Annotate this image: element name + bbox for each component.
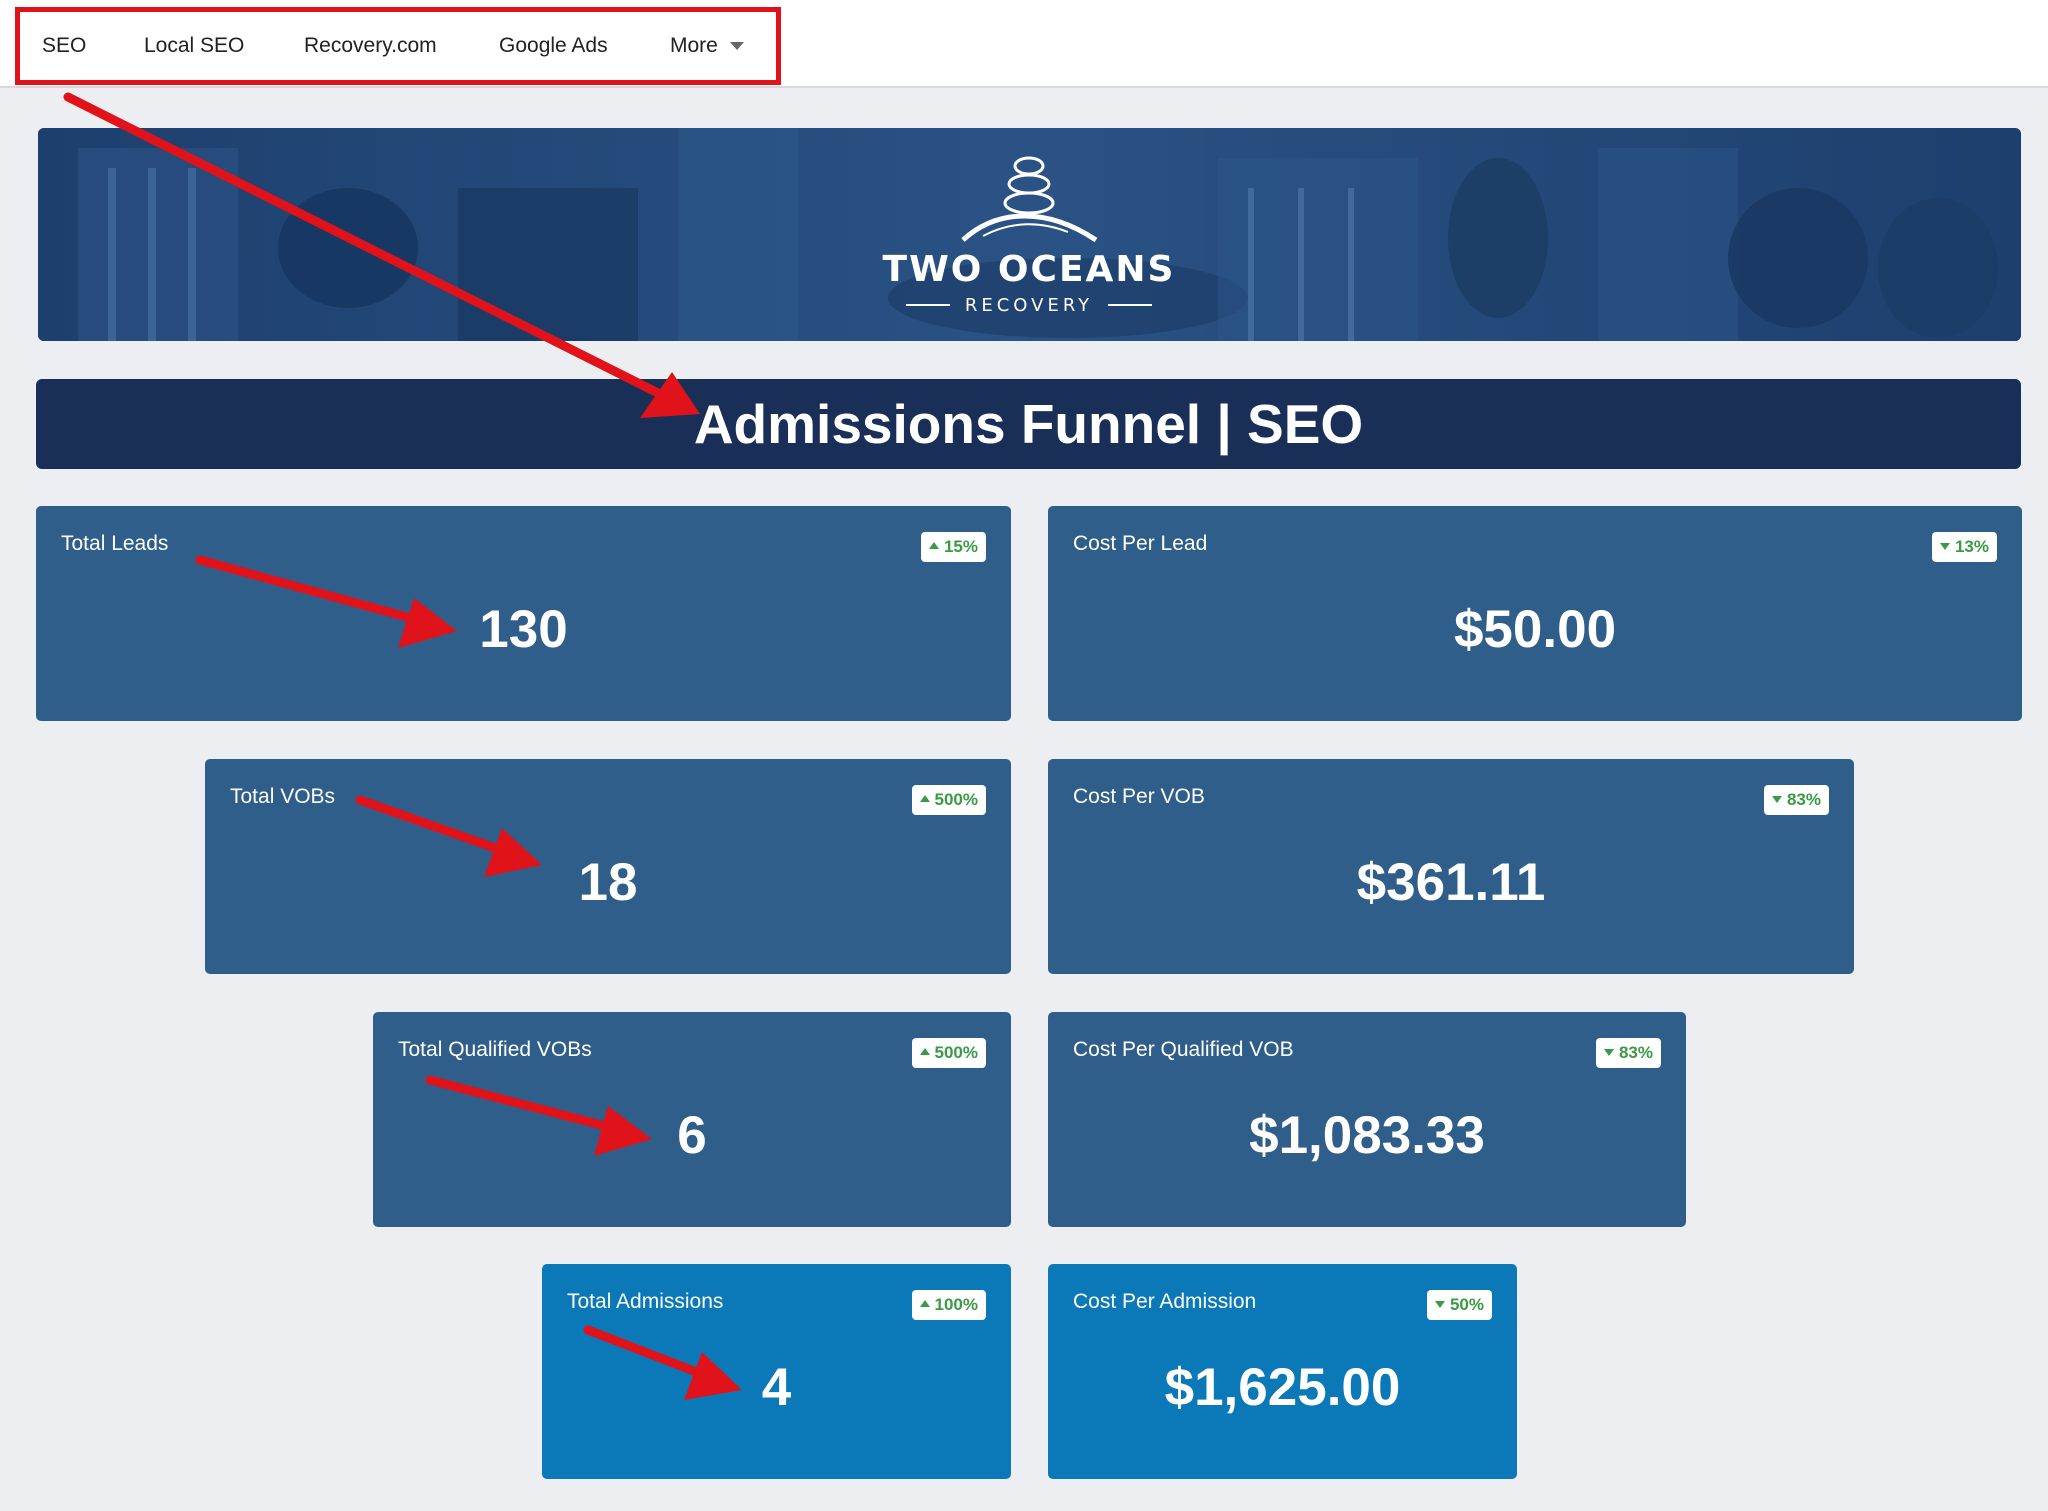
nav-tab-seo[interactable]: SEO — [42, 34, 86, 58]
logo-subtitle: RECOVERY — [965, 295, 1093, 316]
caret-up-icon — [919, 795, 930, 803]
change-badge: 83% — [1763, 785, 1829, 815]
metric-label: Total Leads — [61, 532, 169, 555]
change-value: 500% — [934, 1043, 978, 1062]
caret-down-icon — [1603, 1049, 1614, 1057]
caret-up-icon — [919, 1048, 930, 1056]
banner-background-image: TWO OCEANS RECOVERY — [38, 128, 2021, 341]
metric-card-total-leads: Total Leads 15% 130 — [36, 506, 1011, 721]
metric-value: $1,083.33 — [1249, 1106, 1485, 1165]
nav-tab-more[interactable]: More — [670, 34, 744, 58]
change-badge: 13% — [1931, 532, 1997, 562]
nav-tab-google-ads[interactable]: Google Ads — [499, 34, 608, 58]
metric-label: Total VOBs — [230, 785, 336, 808]
top-navigation: SEO Local SEO Recovery.com Google Ads Mo… — [0, 0, 2048, 88]
metric-value: 130 — [479, 600, 568, 659]
metric-value: 6 — [677, 1106, 707, 1165]
metric-label: Cost Per Qualified VOB — [1073, 1038, 1294, 1061]
dashboard-page: SEO Local SEO Recovery.com Google Ads Mo… — [0, 0, 2048, 1511]
metric-card-total-vobs: Total VOBs 500% 18 — [205, 759, 1011, 974]
metric-label: Total Qualified VOBs — [398, 1038, 592, 1061]
logo-wordmark: TWO OCEANS — [883, 249, 1176, 290]
caret-up-icon — [919, 1300, 930, 1308]
metric-label: Cost Per Admission — [1073, 1290, 1257, 1313]
metric-card-cost-per-qualified-vob: Cost Per Qualified VOB 83% $1,083.33 — [1048, 1012, 1686, 1227]
metric-card-cost-per-vob: Cost Per VOB 83% $361.11 — [1048, 759, 1854, 974]
caret-down-icon — [1939, 543, 1950, 551]
caret-down-icon — [1771, 796, 1782, 804]
nav-more-label: More — [670, 34, 718, 57]
nav-tab-recovery-com[interactable]: Recovery.com — [304, 34, 437, 58]
change-badge: 100% — [911, 1290, 986, 1320]
caret-up-icon — [928, 542, 939, 550]
change-value: 50% — [1449, 1295, 1484, 1314]
change-value: 83% — [1618, 1043, 1653, 1062]
metric-label: Cost Per VOB — [1073, 785, 1205, 808]
change-value: 15% — [943, 537, 978, 556]
chevron-down-icon — [729, 42, 744, 51]
change-value: 100% — [934, 1295, 978, 1314]
change-badge: 500% — [911, 1038, 986, 1068]
change-value: 83% — [1786, 790, 1821, 809]
metric-value: 18 — [578, 853, 638, 912]
page-title: Admissions Funnel | SEO — [36, 379, 2021, 469]
change-badge: 83% — [1595, 1038, 1661, 1068]
change-badge: 50% — [1426, 1290, 1492, 1320]
change-value: 13% — [1954, 537, 1989, 556]
metric-card-cost-per-admission: Cost Per Admission 50% $1,625.00 — [1048, 1264, 1517, 1479]
metric-value: $361.11 — [1356, 853, 1546, 912]
metric-value: 4 — [761, 1358, 792, 1417]
brand-banner: TWO OCEANS RECOVERY — [38, 128, 2021, 341]
metric-label: Cost Per Lead — [1073, 532, 1208, 555]
metric-value: $1,625.00 — [1164, 1358, 1401, 1417]
change-badge: 500% — [911, 785, 986, 815]
caret-down-icon — [1434, 1301, 1445, 1309]
nav-tab-local-seo[interactable]: Local SEO — [144, 34, 244, 58]
metric-value: $50.00 — [1453, 600, 1617, 659]
metric-card-cost-per-lead: Cost Per Lead 13% $50.00 — [1048, 506, 2022, 721]
metric-card-total-qualified-vobs: Total Qualified VOBs 500% 6 — [373, 1012, 1011, 1227]
metric-label: Total Admissions — [567, 1290, 724, 1313]
change-value: 500% — [934, 790, 978, 809]
metric-card-total-admissions: Total Admissions 100% 4 — [542, 1264, 1011, 1479]
change-badge: 15% — [920, 532, 986, 562]
